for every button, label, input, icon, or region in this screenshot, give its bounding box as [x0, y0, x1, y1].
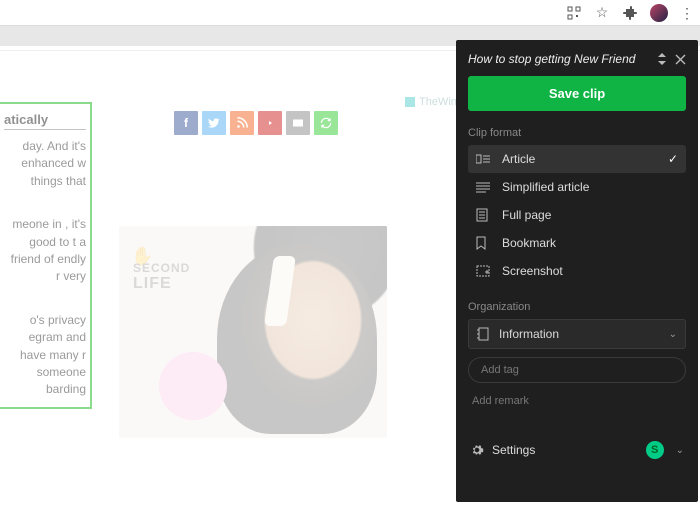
- more-icon[interactable]: ⋮: [680, 6, 694, 20]
- organization-label: Organization: [468, 301, 686, 313]
- expand-icon[interactable]: [657, 52, 667, 66]
- profile-avatar[interactable]: [650, 4, 668, 22]
- article-paragraph: o's privacy egram and have many r someon…: [4, 312, 86, 399]
- article-heading: atically: [4, 112, 86, 130]
- format-screenshot[interactable]: Screenshot: [468, 257, 686, 285]
- article-selection-box: atically day. And it's enhanced w things…: [0, 102, 92, 409]
- browser-toolbar: ☆ ⋮: [0, 0, 700, 26]
- clip-format-label: Clip format: [468, 127, 686, 139]
- article-paragraph: meone in , it's good to t a friend of en…: [4, 216, 86, 286]
- format-fullpage[interactable]: Full page: [468, 201, 686, 229]
- format-label: Article: [502, 152, 535, 166]
- format-bookmark[interactable]: Bookmark: [468, 229, 686, 257]
- youtube-icon[interactable]: [258, 111, 282, 135]
- fullpage-icon: [476, 208, 492, 222]
- save-clip-button[interactable]: Save clip: [468, 76, 686, 111]
- twitter-icon[interactable]: [202, 111, 226, 135]
- gear-icon[interactable]: [470, 443, 484, 457]
- format-label: Screenshot: [502, 264, 563, 278]
- chevron-down-icon[interactable]: ⌄: [676, 445, 684, 456]
- add-tag-input[interactable]: Add tag: [468, 357, 686, 383]
- format-simplified[interactable]: Simplified article: [468, 173, 686, 201]
- facebook-icon[interactable]: f: [174, 111, 198, 135]
- notebook-name: Information: [499, 327, 559, 341]
- panel-header: How to stop getting New Friend: [468, 52, 686, 66]
- ad-banner[interactable]: ⓘ ✕ ✋ SECOND LIFE: [119, 226, 387, 438]
- format-article[interactable]: Article ✓: [468, 145, 686, 173]
- bookmark-icon: [476, 236, 492, 250]
- notebook-icon: [477, 327, 489, 341]
- close-icon[interactable]: [675, 52, 686, 66]
- format-label: Bookmark: [502, 236, 556, 250]
- email-icon[interactable]: [286, 111, 310, 135]
- clipper-panel: How to stop getting New Friend Save clip…: [456, 40, 698, 502]
- chevron-down-icon: ⌄: [669, 329, 677, 340]
- extensions-icon[interactable]: [622, 5, 638, 21]
- add-remark-button[interactable]: Add remark: [468, 395, 686, 407]
- notebook-selector[interactable]: Information ⌄: [468, 319, 686, 349]
- recycle-icon[interactable]: [314, 111, 338, 135]
- format-label: Full page: [502, 208, 551, 222]
- clip-title: How to stop getting New Friend: [468, 52, 649, 66]
- social-share-row: f: [174, 111, 338, 135]
- screenshot-icon: [476, 265, 492, 277]
- article-icon: [476, 153, 492, 165]
- simplified-icon: [476, 181, 492, 193]
- settings-label[interactable]: Settings: [492, 443, 535, 457]
- user-avatar[interactable]: S: [646, 441, 664, 459]
- article-paragraph: day. And it's enhanced w things that: [4, 138, 86, 190]
- settings-row: Settings S ⌄: [468, 435, 686, 465]
- format-label: Simplified article: [502, 180, 589, 194]
- check-icon: ✓: [668, 152, 678, 166]
- rss-icon[interactable]: [230, 111, 254, 135]
- star-icon[interactable]: ☆: [594, 5, 610, 21]
- qr-icon[interactable]: [566, 5, 582, 21]
